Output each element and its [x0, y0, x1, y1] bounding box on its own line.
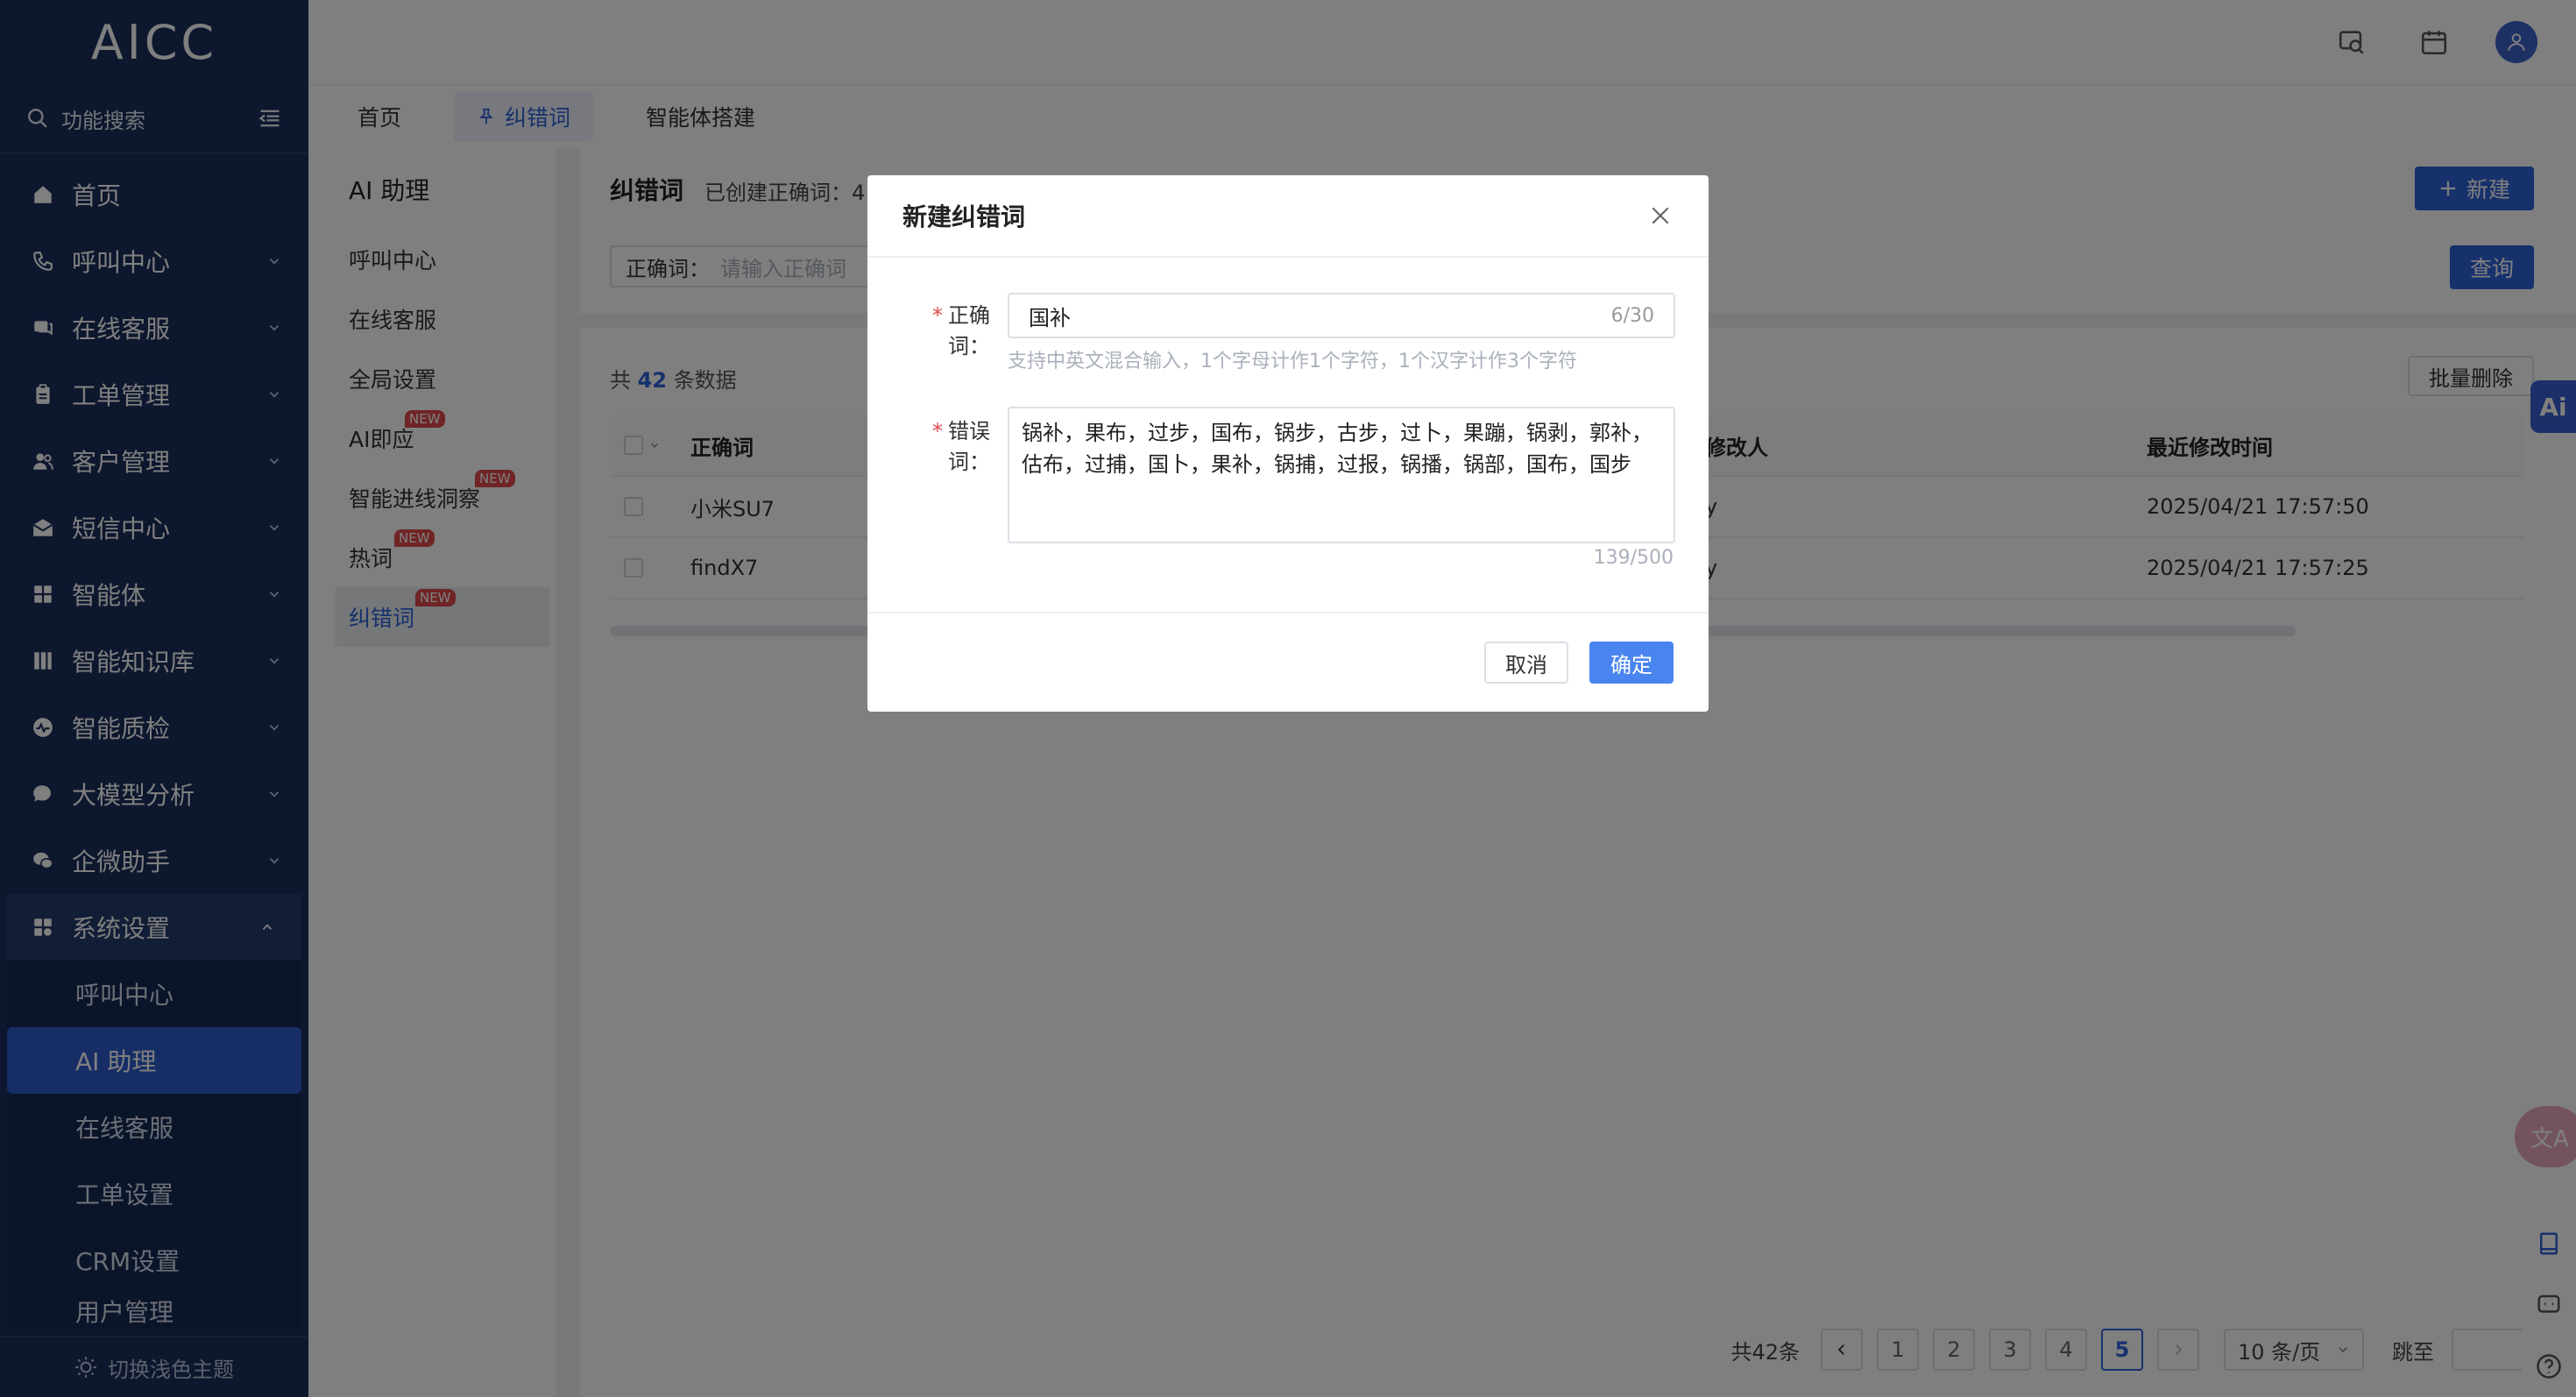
cancel-button[interactable]: 取消 — [1484, 642, 1568, 684]
close-icon[interactable] — [1647, 202, 1674, 229]
confirm-button[interactable]: 确定 — [1589, 642, 1674, 684]
correct-word-value: 国补 — [1029, 305, 1071, 330]
input-hint: 支持中英文混合输入，1个字母计作1个字符，1个汉字计作3个字符 — [1008, 351, 1577, 372]
correct-word-counter: 6/30 — [1610, 304, 1654, 327]
wrong-word-counter: 139/500 — [1593, 547, 1674, 569]
correct-word-row: * 正确词： — [901, 298, 1001, 359]
correct-word-label: * 正确词： — [932, 303, 990, 358]
wrong-word-textarea[interactable]: 锅补，果布，过步，国布，锅步，古步，过卜，果蹦，锅剥，郭补，估布，过捕，国卜，果… — [1008, 407, 1675, 543]
wrong-word-label: * 错误词： — [932, 419, 990, 474]
new-correction-word-dialog: 新建纠错词 * 正确词： 国补 6/30 支持中英文混合输入，1个字母计作1个字符… — [867, 175, 1709, 712]
dialog-footer: 取消 确定 — [867, 612, 1709, 712]
dialog-title: 新建纠错词 — [902, 202, 1026, 231]
dialog-header: 新建纠错词 — [867, 175, 1709, 258]
correct-word-input[interactable]: 国补 6/30 — [1008, 293, 1675, 338]
wrong-word-row: * 错误词： — [901, 414, 1001, 475]
